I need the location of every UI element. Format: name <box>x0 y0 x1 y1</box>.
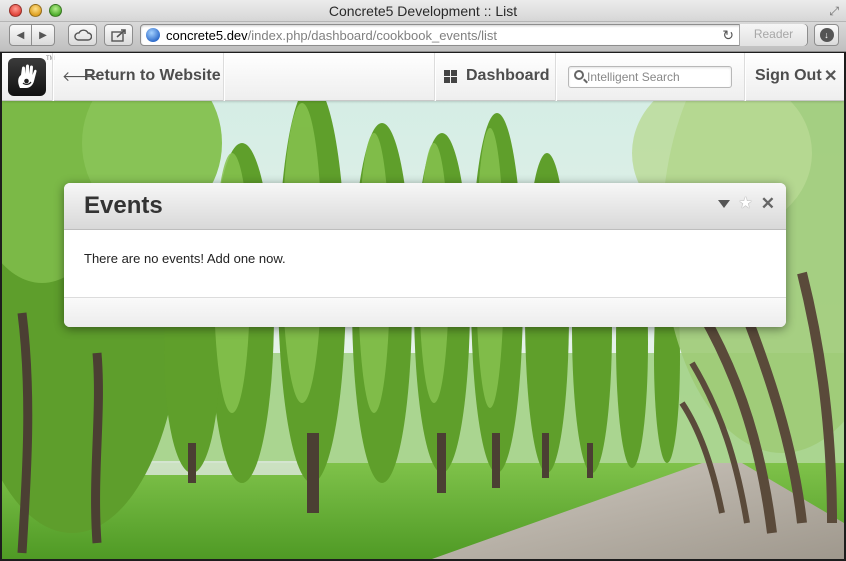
empty-events-message: There are no events! Add one now. <box>84 251 286 266</box>
url-path: /index.php/dashboard/cookbook_events/lis… <box>247 28 498 43</box>
sign-out-link[interactable]: Sign Out <box>755 67 822 85</box>
panel-tools: ★ ✕ <box>718 195 775 212</box>
panel-header: Events ★ ✕ <box>64 183 786 230</box>
hand-logo-icon <box>18 64 37 88</box>
search-input[interactable] <box>587 69 727 85</box>
divider <box>555 53 556 101</box>
dashboard-grid-icon[interactable] <box>444 70 457 83</box>
reload-icon[interactable]: ↻ <box>722 27 734 44</box>
page-viewport: TM 🡐 Return to Website Dashboard Sign Ou… <box>2 53 844 559</box>
caret-down-icon[interactable] <box>718 200 731 208</box>
page-title: Events <box>84 192 163 219</box>
intelligent-search-box[interactable] <box>568 66 732 88</box>
dashboard-link[interactable]: Dashboard <box>466 67 550 85</box>
events-panel: Events ★ ✕ There are no events! Add one … <box>64 183 786 327</box>
browser-toolbar: ◀ ▶ concrete5.dev/index.php/dashboard/co… <box>0 22 846 52</box>
trademark-label: TM <box>46 56 55 62</box>
share-icon <box>110 29 126 42</box>
cloud-icon <box>73 29 92 41</box>
share-button[interactable] <box>104 24 133 46</box>
url-host: concrete5.dev <box>166 28 248 43</box>
search-icon <box>574 70 584 80</box>
concrete5-logo[interactable] <box>8 58 46 96</box>
fullscreen-icon[interactable]: ⤢ <box>829 4 839 19</box>
panel-footer <box>64 297 786 327</box>
divider <box>744 53 745 101</box>
address-bar[interactable]: concrete5.dev/index.php/dashboard/cookbo… <box>140 24 808 46</box>
reader-button[interactable]: Reader <box>739 24 807 46</box>
return-to-website-link[interactable]: Return to Website <box>84 67 221 85</box>
divider <box>52 53 53 101</box>
panel-close-icon[interactable]: ✕ <box>761 195 775 212</box>
divider <box>223 53 224 101</box>
window-titlebar: Concrete5 Development :: List ⤢ <box>0 0 846 22</box>
window-title: Concrete5 Development :: List <box>328 3 518 19</box>
downloads-button[interactable]: ↓ <box>814 24 839 46</box>
concrete5-toolbar: TM 🡐 Return to Website Dashboard Sign Ou… <box>2 53 844 101</box>
url-text[interactable]: concrete5.dev/index.php/dashboard/cookbo… <box>166 28 497 43</box>
divider <box>434 53 435 101</box>
chevron-right-icon: ▶ <box>39 29 47 41</box>
icloud-tabs-button[interactable] <box>68 24 97 46</box>
close-icon[interactable]: ✕ <box>824 66 837 86</box>
download-icon: ↓ <box>819 28 834 42</box>
chevron-left-icon: ◀ <box>16 29 25 41</box>
star-icon[interactable]: ★ <box>738 196 752 212</box>
forward-button[interactable]: ▶ <box>32 24 55 46</box>
back-button[interactable]: ◀ <box>9 24 32 46</box>
globe-icon <box>146 28 160 42</box>
